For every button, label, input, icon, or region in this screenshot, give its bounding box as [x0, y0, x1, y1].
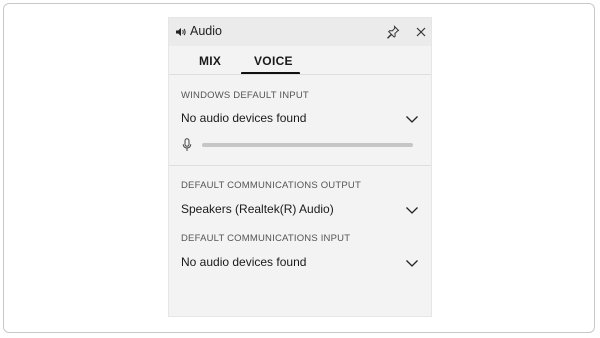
windows-default-input-label: WINDOWS DEFAULT INPUT [181, 90, 309, 101]
default-communications-output-label: DEFAULT COMMUNICATIONS OUTPUT [181, 180, 361, 191]
windows-default-input-select[interactable]: No audio devices found [169, 107, 431, 131]
tab-bar: MIX VOICE [169, 46, 431, 75]
chevron-down-icon [406, 207, 418, 214]
section-divider [169, 165, 431, 166]
default-communications-input-label: DEFAULT COMMUNICATIONS INPUT [181, 233, 351, 244]
close-icon[interactable] [413, 24, 429, 40]
audio-widget-panel: Audio MIX VOICE WINDOWS DEFAULT INPUT No… [168, 17, 432, 317]
chevron-down-icon [406, 116, 418, 123]
pin-icon[interactable] [385, 24, 401, 40]
default-communications-input-value: No audio devices found [181, 255, 307, 269]
input-level-meter [202, 143, 413, 147]
title-bar: Audio [169, 18, 431, 46]
window-title: Audio [190, 24, 222, 38]
default-communications-output-select[interactable]: Speakers (Realtek(R) Audio) [169, 198, 431, 222]
speaker-icon [176, 28, 186, 36]
windows-default-input-value: No audio devices found [181, 111, 307, 125]
default-communications-output-value: Speakers (Realtek(R) Audio) [181, 202, 334, 216]
default-communications-input-select[interactable]: No audio devices found [169, 251, 431, 275]
tab-mix[interactable]: MIX [199, 54, 221, 68]
chevron-down-icon [406, 260, 418, 267]
microphone-icon [182, 138, 192, 151]
tab-voice[interactable]: VOICE [254, 54, 293, 68]
tab-divider [169, 74, 431, 75]
